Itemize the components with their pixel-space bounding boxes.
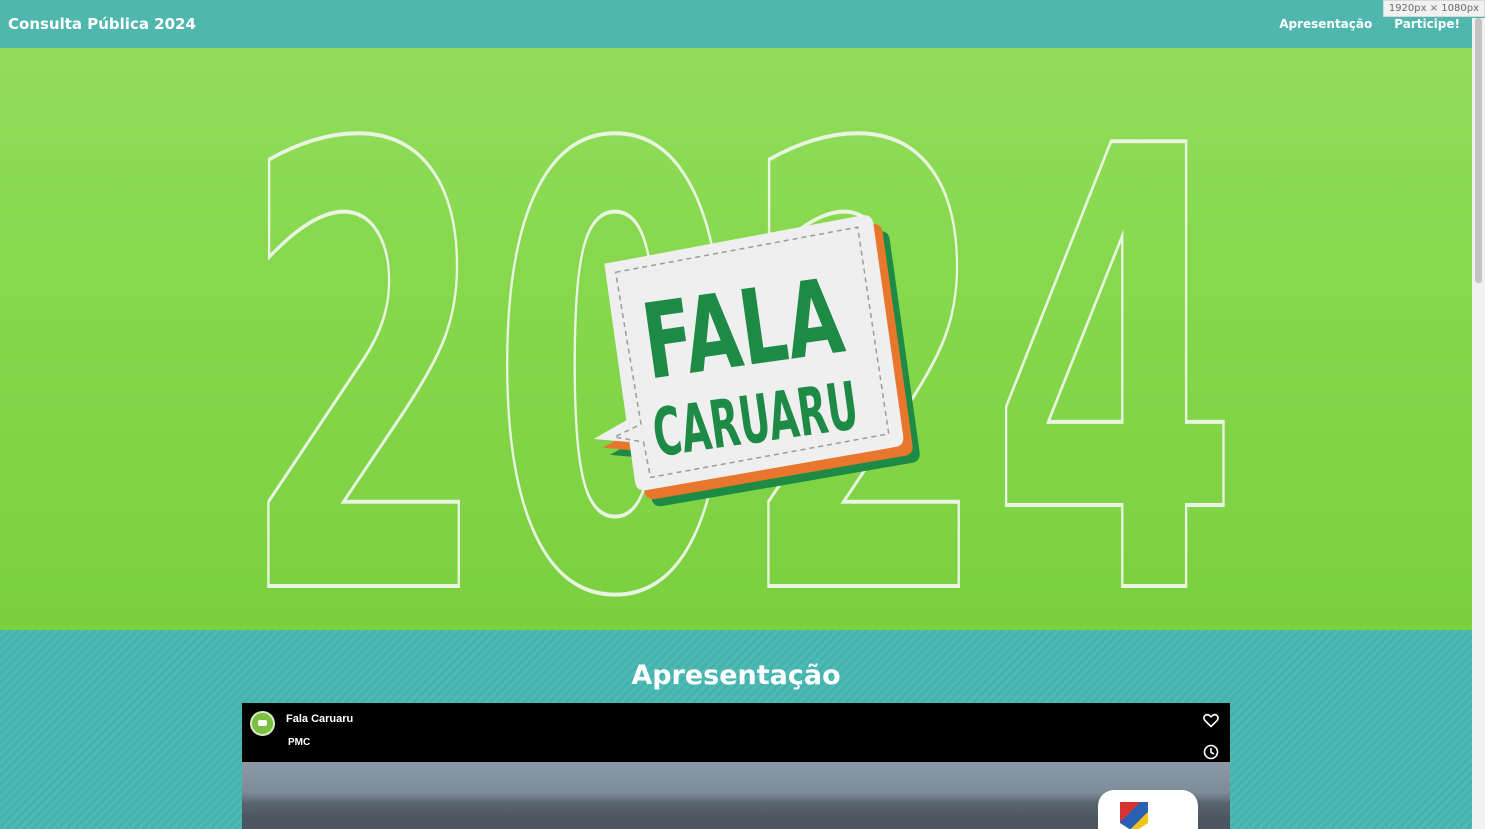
scroll-thumb[interactable] bbox=[1475, 18, 1482, 283]
site-title[interactable]: Consulta Pública 2024 bbox=[8, 15, 196, 33]
nav-link-apresentacao[interactable]: Apresentação bbox=[1279, 17, 1372, 31]
hero-graphic: 2024 FALA CARUARU bbox=[238, 48, 1242, 630]
viewport-size-badge: 1920px × 1080px bbox=[1382, 0, 1485, 17]
nav-link-participe[interactable]: Participe! bbox=[1394, 17, 1460, 31]
city-crest-icon bbox=[1120, 802, 1148, 829]
channel-avatar[interactable] bbox=[250, 711, 275, 736]
heart-icon[interactable] bbox=[1202, 711, 1220, 729]
nav-links: Apresentação Participe! bbox=[1279, 17, 1460, 31]
video-title[interactable]: Fala Caruaru bbox=[286, 713, 353, 725]
top-navbar: Consulta Pública 2024 Apresentação Parti… bbox=[0, 0, 1472, 48]
section-title: Apresentação bbox=[631, 660, 841, 691]
presentation-section: Apresentação Fala Caruaru PMC bbox=[0, 630, 1472, 829]
hero-banner: 2024 FALA CARUARU bbox=[0, 48, 1472, 630]
video-channel[interactable]: PMC bbox=[288, 737, 310, 748]
city-logo-card bbox=[1098, 790, 1198, 829]
page-scrollbar[interactable] bbox=[1472, 18, 1485, 829]
clock-icon[interactable] bbox=[1202, 743, 1220, 761]
city-hills bbox=[242, 799, 1230, 829]
video-embed[interactable]: Fala Caruaru PMC bbox=[242, 703, 1230, 829]
video-thumbnail[interactable] bbox=[242, 762, 1230, 829]
